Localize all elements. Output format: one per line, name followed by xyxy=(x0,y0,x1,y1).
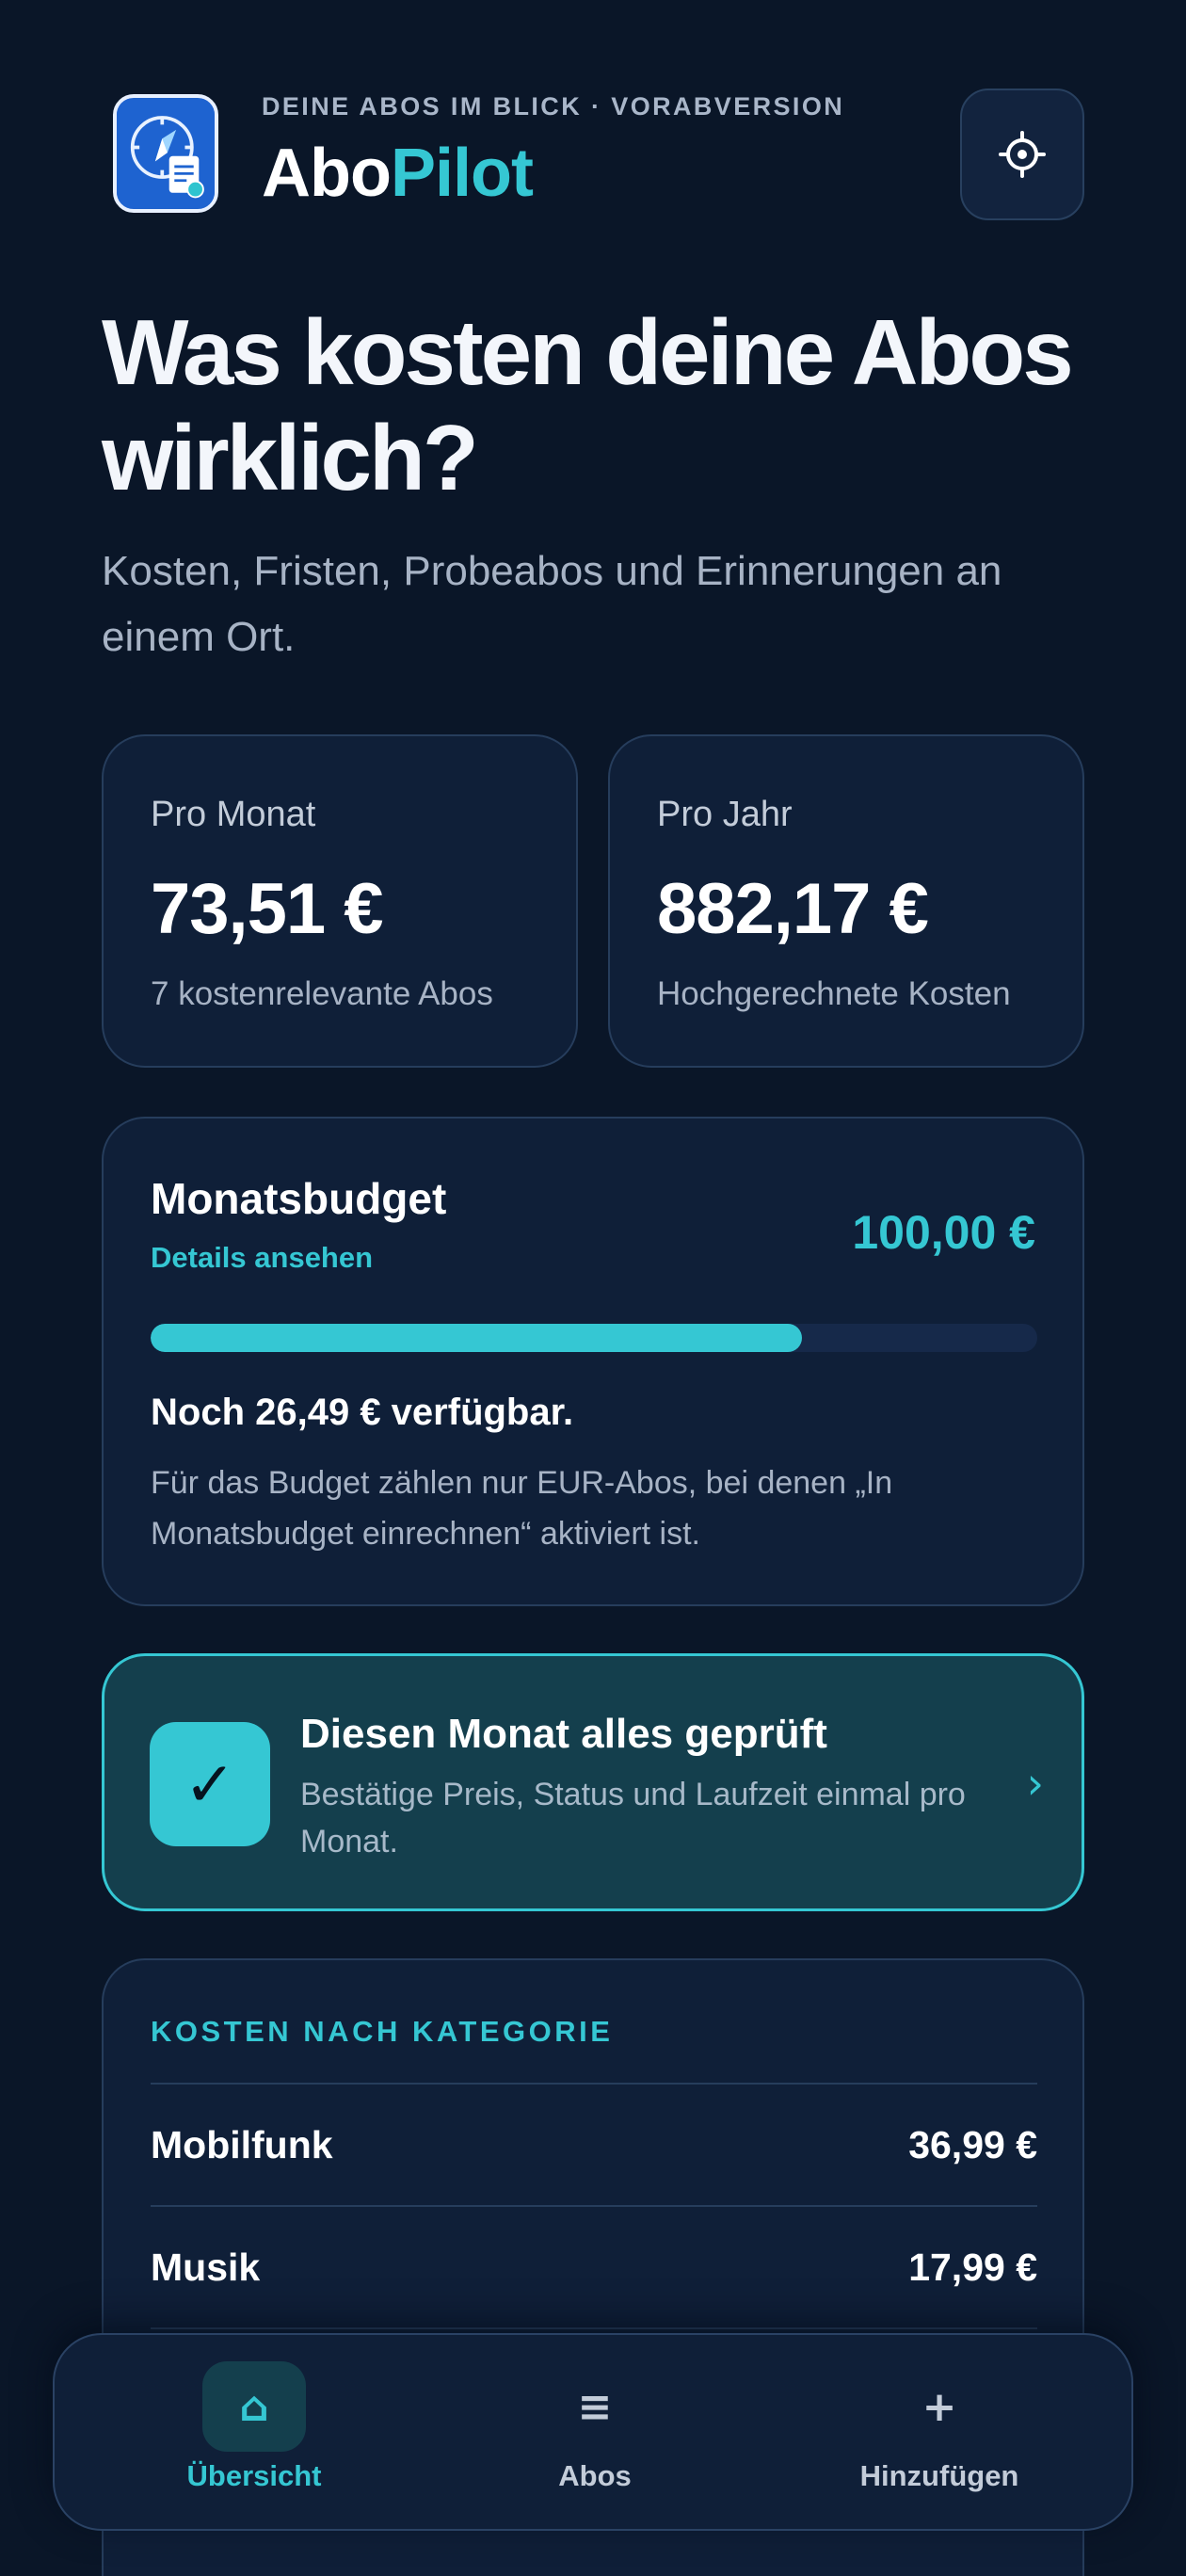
bottom-navigation: ⌂ Übersicht ≡ Abos + Hinzufügen xyxy=(53,2333,1133,2531)
budget-progress-fill xyxy=(151,1324,803,1352)
stat-note: 7 kostenrelevante Abos xyxy=(151,975,493,1012)
budget-details-link[interactable]: Details ansehen xyxy=(151,1241,373,1275)
budget-hint: Für das Budget zählen nur EUR-Abos, bei … xyxy=(151,1465,893,1552)
category-name: Mobilfunk xyxy=(151,2122,333,2166)
category-heading: KOSTEN NACH KATEGORIE xyxy=(151,2015,614,2048)
app-brand-title: AboPilot xyxy=(262,139,534,207)
app-logo-icon xyxy=(113,94,218,213)
monthly-check-description: Bestätige Preis, Status und Laufzeit ein… xyxy=(300,1777,966,1860)
category-name: Musik xyxy=(151,2245,261,2289)
nav-label: Abos xyxy=(558,2459,632,2492)
app-eyebrow: DEINE ABOS IM BLICK · VORABVERSION xyxy=(262,92,845,121)
stat-label: Pro Monat xyxy=(151,795,316,834)
nav-label: Hinzufügen xyxy=(859,2459,1019,2492)
nav-item-overview[interactable]: ⌂ Übersicht xyxy=(113,2335,395,2533)
budget-title: Monatsbudget xyxy=(151,1174,447,1223)
category-row[interactable]: Musik 17,99 € xyxy=(151,2205,1037,2327)
nav-item-subscriptions[interactable]: ≡ Abos xyxy=(454,2335,736,2533)
stat-value: 882,17 € xyxy=(657,869,929,949)
yearly-cost-card: Pro Jahr 882,17 € Hochgerechnete Kosten xyxy=(608,734,1084,1068)
chevron-right-icon: › xyxy=(1026,1758,1044,1809)
nav-label: Übersicht xyxy=(186,2459,322,2492)
checkmark-icon: ✓ xyxy=(150,1722,270,1846)
brand-part-1: Abo xyxy=(262,136,392,211)
plus-icon: + xyxy=(922,2382,957,2431)
budget-card[interactable]: Monatsbudget Details ansehen 100,00 € No… xyxy=(102,1117,1084,1606)
monthly-cost-card: Pro Monat 73,51 € 7 kostenrelevante Abos xyxy=(102,734,578,1068)
monthly-check-card[interactable]: ✓ Diesen Monat alles geprüft Bestätige P… xyxy=(102,1653,1084,1911)
nav-item-add[interactable]: + Hinzufügen xyxy=(798,2335,1081,2533)
budget-progress-bar xyxy=(151,1324,1037,1352)
category-amount: 17,99 € xyxy=(908,2245,1037,2289)
app-screen: DEINE ABOS IM BLICK · VORABVERSION AboPi… xyxy=(0,0,1186,2576)
hero-subtitle: Kosten, Fristen, Probeabos und Erinnerun… xyxy=(102,548,1002,660)
monthly-check-title: Diesen Monat alles geprüft xyxy=(300,1711,827,1757)
gear-icon xyxy=(999,131,1046,178)
hero-title: Was kosten deine Abos wirklich? xyxy=(102,300,1074,509)
stat-label: Pro Jahr xyxy=(657,795,793,834)
stat-note: Hochgerechnete Kosten xyxy=(657,975,1011,1012)
settings-button[interactable] xyxy=(960,89,1084,220)
budget-amount: 100,00 € xyxy=(852,1206,1035,1259)
stat-value: 73,51 € xyxy=(151,869,384,949)
brand-part-2: Pilot xyxy=(390,136,534,211)
budget-remaining: Noch 26,49 € verfügbar. xyxy=(151,1392,574,1433)
home-icon: ⌂ xyxy=(202,2361,306,2452)
category-row[interactable]: Mobilfunk 36,99 € xyxy=(151,2083,1037,2205)
category-amount: 36,99 € xyxy=(908,2122,1037,2166)
list-icon: ≡ xyxy=(577,2382,613,2431)
